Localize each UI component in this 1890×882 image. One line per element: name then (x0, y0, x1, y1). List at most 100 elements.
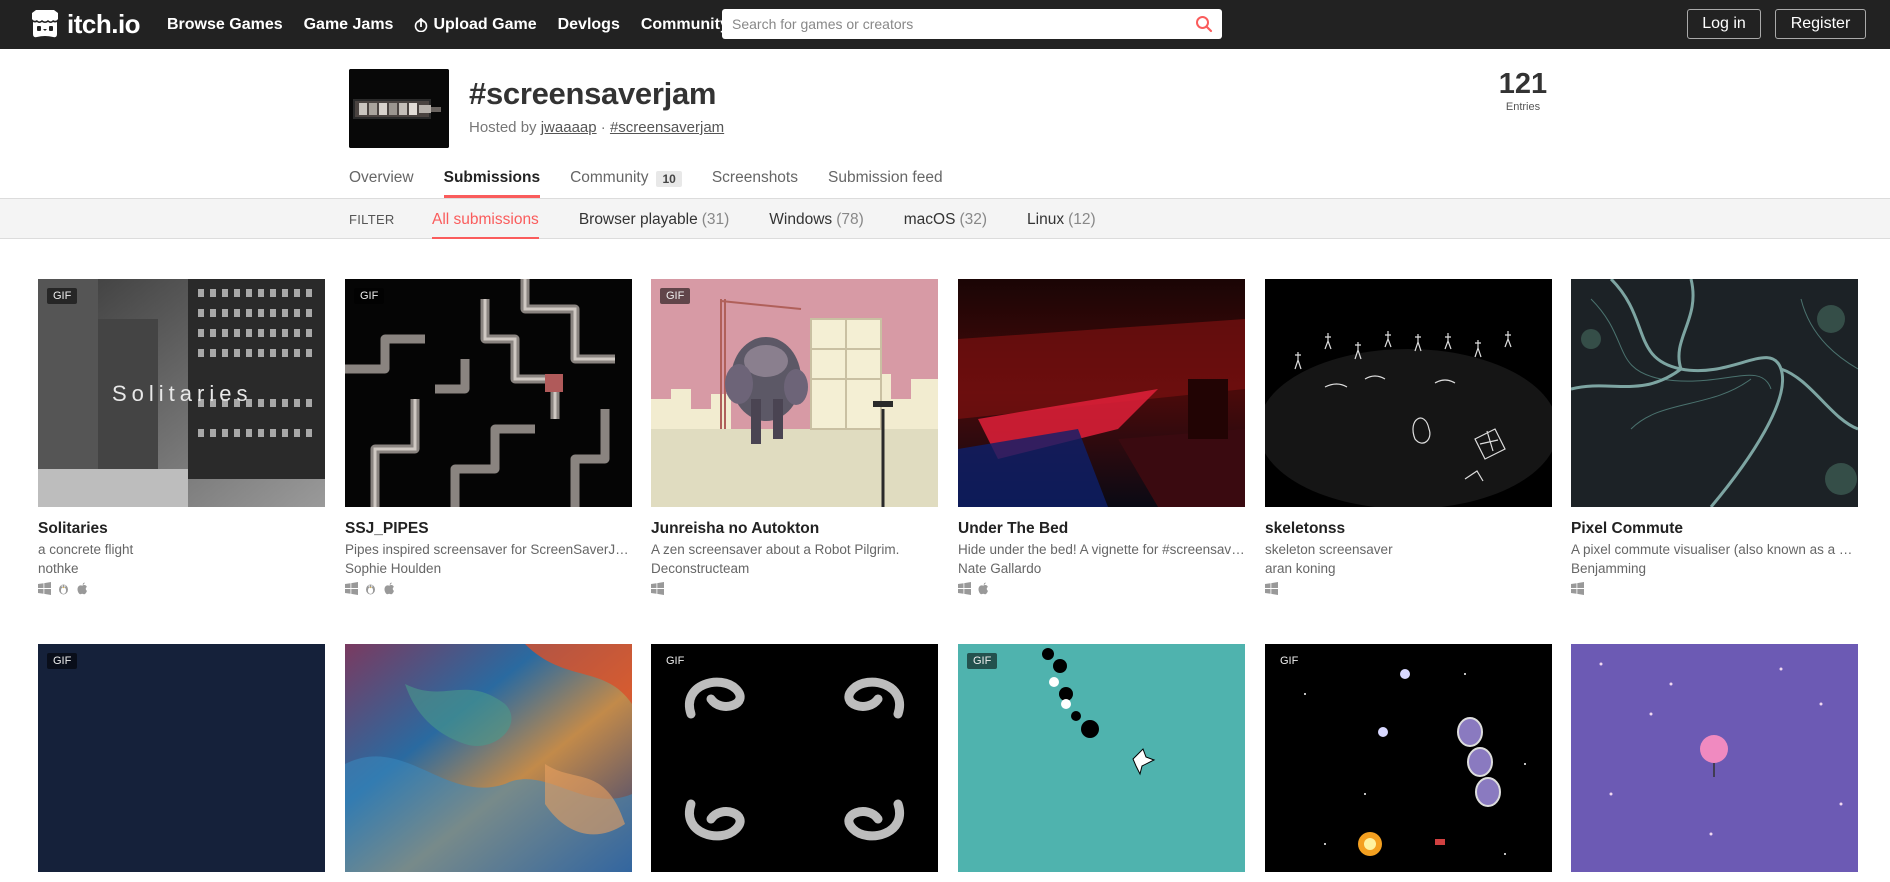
game-card[interactable]: skeletonss skeleton screensaver aran kon… (1265, 279, 1552, 595)
entries-label: Entries (1505, 101, 1541, 113)
tab-overview[interactable]: Overview (349, 169, 414, 198)
tab-community[interactable]: Community 10 (570, 169, 682, 198)
nav-upload-game[interactable]: Upload Game (414, 16, 537, 34)
game-author[interactable]: aran koning (1265, 561, 1552, 576)
nav-community[interactable]: Community (641, 16, 729, 34)
game-thumbnail[interactable]: GIF (651, 644, 938, 872)
apple-icon (978, 582, 988, 595)
filter-item-label: Linux (1027, 210, 1065, 228)
game-author[interactable]: Benjamming (1571, 561, 1858, 576)
itchio-logo-icon (32, 10, 58, 38)
community-count-badge: 10 (656, 171, 682, 187)
game-card[interactable]: GIF (958, 644, 1245, 872)
platform-icons (38, 582, 325, 595)
gif-badge: GIF (47, 653, 78, 669)
game-thumbnail[interactable] (1571, 644, 1858, 872)
search-input[interactable] (722, 10, 1182, 38)
main-nav: Browse Games Game Jams Upload Game Devlo… (167, 0, 750, 49)
game-thumbnail[interactable]: GIF (651, 279, 938, 507)
host-separator: · (600, 119, 606, 136)
filter-browser-playable[interactable]: Browser playable (31) (579, 199, 729, 240)
platform-icons (345, 582, 632, 595)
auth-buttons: Log in Register (1687, 9, 1866, 39)
game-description: skeleton screensaver (1265, 542, 1393, 557)
apple-icon (77, 582, 87, 595)
game-card[interactable] (345, 644, 632, 872)
filter-item-label: All submissions (432, 210, 539, 228)
search-icon[interactable] (1195, 15, 1213, 33)
nav-browse-games[interactable]: Browse Games (167, 16, 283, 34)
game-card[interactable]: GIF (651, 644, 938, 872)
game-author[interactable]: Sophie Houlden (345, 561, 632, 576)
game-thumbnail[interactable]: GIF (1265, 644, 1552, 872)
game-thumbnail[interactable]: GIF Solitaries (38, 279, 325, 507)
filter-macos[interactable]: macOS (32) (904, 199, 987, 240)
filter-item-count: (12) (1068, 210, 1096, 228)
filter-item-label: Windows (769, 210, 833, 228)
gif-badge: GIF (660, 653, 691, 669)
linux-icon (366, 584, 375, 595)
game-card[interactable]: GIF (1265, 644, 1552, 872)
game-thumbnail[interactable] (345, 644, 632, 872)
register-button[interactable]: Register (1775, 9, 1866, 39)
game-thumbnail[interactable] (958, 279, 1245, 507)
gif-badge: GIF (967, 653, 998, 669)
game-description: a concrete flight (38, 542, 134, 557)
game-card[interactable]: GIF Solitaries Solitaries a concrete fli… (38, 279, 325, 595)
logo-text: itch.io (67, 8, 141, 39)
thumbnail-overlay-title: Solitaries (112, 381, 253, 406)
game-title[interactable]: Junreisha no Autokton (651, 520, 938, 538)
game-author[interactable]: Deconstructeam (651, 561, 938, 576)
tab-submissions[interactable]: Submissions (443, 169, 541, 198)
tab-submission-feed[interactable]: Submission feed (828, 169, 943, 198)
game-thumbnail[interactable]: GIF (345, 279, 632, 507)
game-card[interactable] (1571, 644, 1858, 872)
jam-title: #screensaverjam (469, 76, 717, 111)
gif-badge: GIF (47, 288, 78, 304)
game-card[interactable]: GIF SSJ_PIPES Pipes inspired screensaver… (345, 279, 632, 595)
game-author[interactable]: nothke (38, 561, 325, 576)
filter-item-label: Browser playable (578, 210, 698, 228)
platform-icons (958, 582, 1245, 595)
game-card[interactable]: Under The Bed Hide under the bed! A vign… (958, 279, 1245, 595)
game-card[interactable]: GIF (38, 644, 325, 872)
game-description: A zen screensaver about a Robot Pilgrim. (651, 542, 900, 557)
game-card[interactable]: Pixel Commute A pixel commute visualiser… (1571, 279, 1858, 595)
nav-devlogs[interactable]: Devlogs (558, 16, 620, 34)
filter-windows[interactable]: Windows (78) (769, 199, 863, 240)
game-title[interactable]: SSJ_PIPES (345, 520, 632, 538)
jam-hosted-by: Hosted by jwaaaap · #screensaverjam (469, 119, 724, 136)
login-button[interactable]: Log in (1687, 9, 1761, 39)
tab-screenshots[interactable]: Screenshots (712, 169, 798, 198)
gif-badge: GIF (354, 288, 385, 304)
game-title[interactable]: Pixel Commute (1571, 520, 1858, 538)
jam-cover-image (349, 69, 449, 148)
game-title[interactable]: Under The Bed (958, 520, 1245, 538)
nav-game-jams[interactable]: Game Jams (304, 16, 394, 34)
jam-tabs: Overview Submissions Community 10 Screen… (349, 169, 973, 198)
itchio-logo[interactable]: itch.io (29, 8, 141, 40)
game-card[interactable]: GIF Junreisha no Autokton A zen screensa… (651, 279, 938, 595)
game-description: Hide under the bed! A vignette for #scre… (958, 542, 1245, 557)
game-description: Pipes inspired screensaver for ScreenSav… (345, 542, 632, 557)
game-title[interactable]: Solitaries (38, 520, 325, 538)
host-link[interactable]: jwaaaap (541, 119, 597, 136)
filter-all-submissions[interactable]: All submissions (432, 199, 539, 240)
filter-item-label: macOS (903, 210, 956, 228)
filter-bar: FILTER All submissions Browser playable(… (0, 198, 1890, 239)
linux-icon (59, 584, 68, 595)
game-thumbnail[interactable] (1265, 279, 1552, 507)
game-thumbnail[interactable] (1571, 279, 1858, 507)
game-thumbnail[interactable]: GIF (38, 644, 325, 872)
upload-icon (415, 17, 428, 32)
game-thumbnail[interactable]: GIF (958, 644, 1245, 872)
filter-label: FILTER (349, 212, 395, 227)
game-author[interactable]: Nate Gallardo (958, 561, 1245, 576)
filter-linux[interactable]: Linux (12) (1027, 199, 1096, 240)
windows-icon (345, 582, 358, 595)
gif-badge: GIF (660, 288, 691, 304)
game-title[interactable]: skeletonss (1265, 520, 1552, 538)
filter-options: All submissions Browser playable (31) Win… (432, 199, 1136, 240)
entries-stat: 121 Entries (1497, 69, 1549, 113)
hashtag-link[interactable]: #screensaverjam (610, 119, 724, 136)
